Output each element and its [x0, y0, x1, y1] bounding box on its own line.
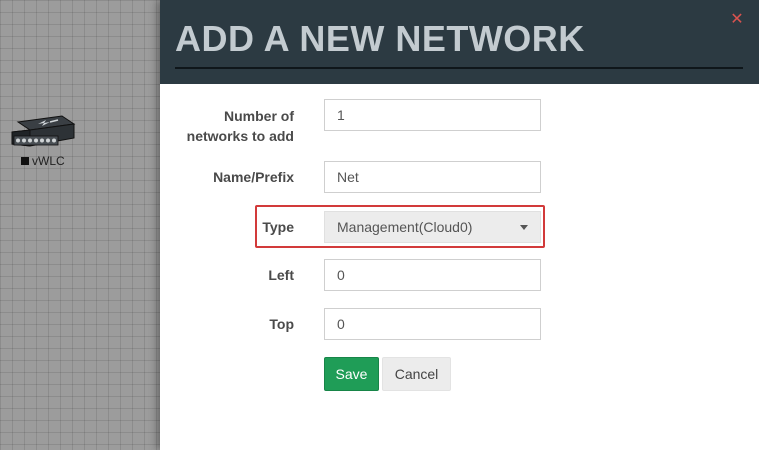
count-label: Number of networks to add — [187, 106, 294, 146]
node-name: vWLC — [32, 154, 65, 168]
name-prefix-input[interactable] — [324, 161, 541, 193]
count-input[interactable] — [324, 99, 541, 131]
modal-header: ADD A NEW NETWORK ✕ — [160, 0, 759, 84]
type-select[interactable]: Management(Cloud0) — [324, 211, 541, 243]
top-input[interactable] — [324, 308, 541, 340]
count-label-line1: Number of — [224, 108, 294, 124]
name-label: Name/Prefix — [213, 169, 294, 185]
type-select-value: Management(Cloud0) — [337, 219, 473, 235]
header-divider — [175, 67, 743, 69]
save-button[interactable]: Save — [324, 357, 379, 391]
node-label: vWLC — [21, 154, 65, 168]
cancel-button[interactable]: Cancel — [382, 357, 451, 391]
add-network-modal: ADD A NEW NETWORK ✕ Number of networks t… — [160, 0, 759, 450]
count-label-line2: networks to add — [186, 128, 294, 144]
type-label: Type — [262, 219, 294, 235]
node-status-indicator — [21, 157, 29, 165]
top-label: Top — [269, 316, 294, 332]
close-icon[interactable]: ✕ — [730, 12, 744, 28]
chevron-down-icon — [520, 225, 528, 230]
left-input[interactable] — [324, 259, 541, 291]
modal-title: ADD A NEW NETWORK — [175, 18, 585, 59]
left-label: Left — [268, 267, 294, 283]
switch-icon — [11, 115, 76, 147]
canvas-node-vwlc[interactable]: vWLC — [10, 112, 76, 172]
